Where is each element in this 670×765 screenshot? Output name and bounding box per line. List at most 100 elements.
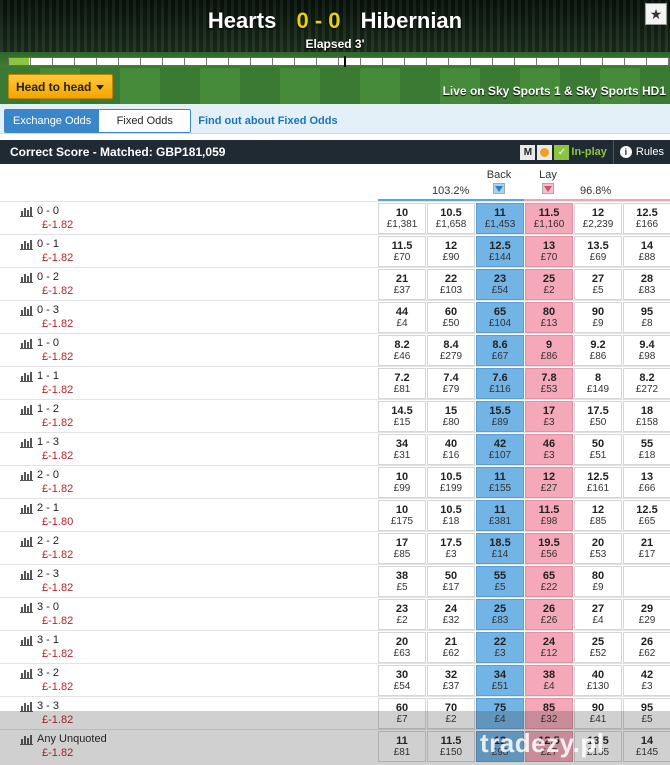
odds-cell-lay-best[interactable]: 24 £12 [525, 632, 573, 663]
odds-cell-lay-best[interactable]: 11.5 £1,160 [525, 203, 573, 234]
odds-cell-back-2[interactable]: 50 £17 [427, 566, 475, 597]
odds-cell-lay-2[interactable]: 8 £149 [574, 368, 622, 399]
odds-cell-back-2[interactable]: 70 £2 [427, 698, 475, 729]
back-all-button[interactable]: Back [475, 169, 523, 194]
odds-cell-lay-2[interactable]: 90 £9 [574, 302, 622, 333]
odds-cell-back-3[interactable]: 60 £7 [378, 698, 426, 729]
odds-cell-back-3[interactable]: 34 £31 [378, 434, 426, 465]
odds-cell-lay-3[interactable]: 9.4 £98 [623, 335, 670, 366]
bar-chart-icon[interactable] [20, 569, 33, 580]
runner-name[interactable]: 3 - 2 [20, 667, 59, 679]
odds-cell-lay-3[interactable]: 14 £145 [623, 731, 670, 762]
bar-chart-icon[interactable] [20, 470, 33, 481]
odds-cell-lay-2[interactable]: 12.5 £161 [574, 467, 622, 498]
odds-cell-back-2[interactable]: 15 £80 [427, 401, 475, 432]
odds-cell-back-best[interactable]: 75 £4 [476, 698, 524, 729]
runner-name[interactable]: 3 - 1 [20, 634, 59, 646]
tab-fixed-odds[interactable]: Fixed Odds [99, 110, 191, 132]
odds-cell-lay-best[interactable]: 85 £32 [525, 698, 573, 729]
odds-cell-back-3[interactable]: 10 £1,381 [378, 203, 426, 234]
odds-cell-lay-2[interactable]: 80 £9 [574, 566, 622, 597]
odds-cell-lay-2[interactable]: 12 £2,239 [574, 203, 622, 234]
odds-cell-lay-2[interactable]: 13.5 £155 [574, 731, 622, 762]
odds-cell-lay-best[interactable]: 80 £13 [525, 302, 573, 333]
runner-name[interactable]: 1 - 3 [20, 436, 59, 448]
odds-cell-back-3[interactable]: 7.2 £81 [378, 368, 426, 399]
odds-cell-lay-3[interactable]: 13 £66 [623, 467, 670, 498]
odds-cell-back-2[interactable]: 24 £32 [427, 599, 475, 630]
runner-name[interactable]: 1 - 0 [20, 337, 59, 349]
rules-button[interactable]: i Rules [612, 140, 670, 164]
runner-name[interactable]: 3 - 3 [20, 700, 59, 712]
odds-cell-back-best[interactable]: 12.5 £144 [476, 236, 524, 267]
odds-cell-back-2[interactable]: 17.5 £3 [427, 533, 475, 564]
odds-cell-back-2[interactable]: 40 £16 [427, 434, 475, 465]
odds-cell-lay-2[interactable]: 27 £4 [574, 599, 622, 630]
odds-cell-back-best[interactable]: 7.6 £116 [476, 368, 524, 399]
odds-cell-lay-3[interactable]: 18 £158 [623, 401, 670, 432]
odds-cell-back-3[interactable]: 10 £175 [378, 500, 426, 531]
bar-chart-icon[interactable] [20, 305, 33, 316]
odds-cell-back-2[interactable]: 11.5 £150 [427, 731, 475, 762]
odds-cell-lay-3[interactable]: 12.5 £166 [623, 203, 670, 234]
odds-cell-back-3[interactable]: 44 £4 [378, 302, 426, 333]
odds-cell-lay-2[interactable]: 27 £5 [574, 269, 622, 300]
odds-cell-back-2[interactable]: 32 £37 [427, 665, 475, 696]
runner-name[interactable]: 0 - 0 [20, 205, 59, 217]
odds-cell-lay-3[interactable]: 28 £83 [623, 269, 670, 300]
odds-cell-lay-3[interactable]: 21 £17 [623, 533, 670, 564]
runner-name[interactable]: 2 - 1 [20, 502, 59, 514]
bar-chart-icon[interactable] [20, 239, 33, 250]
odds-cell-lay-3[interactable]: 95 £8 [623, 302, 670, 333]
tab-exchange-odds[interactable]: Exchange Odds [5, 110, 100, 132]
runner-name[interactable]: Any Unquoted [20, 733, 107, 745]
bar-chart-icon[interactable] [20, 668, 33, 679]
runner-name[interactable]: 2 - 2 [20, 535, 59, 547]
odds-cell-lay-best[interactable]: 12 £27 [525, 467, 573, 498]
runner-name[interactable]: 2 - 0 [20, 469, 59, 481]
odds-cell-lay-best[interactable]: 65 £22 [525, 566, 573, 597]
odds-cell-lay-3[interactable]: 8.2 £272 [623, 368, 670, 399]
odds-cell-lay-best[interactable]: 46 £3 [525, 434, 573, 465]
odds-cell-back-best[interactable]: 8.6 £67 [476, 335, 524, 366]
odds-cell-back-best[interactable]: 34 £51 [476, 665, 524, 696]
odds-cell-back-best[interactable]: 42 £107 [476, 434, 524, 465]
odds-cell-lay-best[interactable]: 11.5 £98 [525, 500, 573, 531]
bar-chart-icon[interactable] [20, 272, 33, 283]
odds-cell-lay-3[interactable]: 55 £18 [623, 434, 670, 465]
bar-chart-icon[interactable] [20, 404, 33, 415]
odds-cell-lay-3[interactable]: 26 £62 [623, 632, 670, 663]
head-to-head-button[interactable]: Head to head [8, 74, 113, 99]
odds-cell-back-best[interactable]: 11 £381 [476, 500, 524, 531]
odds-cell-lay-3[interactable]: 14 £88 [623, 236, 670, 267]
odds-cell-back-3[interactable]: 30 £54 [378, 665, 426, 696]
odds-cell-back-best[interactable]: 25 £83 [476, 599, 524, 630]
odds-cell-lay-3[interactable]: 95 £5 [623, 698, 670, 729]
odds-cell-back-3[interactable]: 8.2 £46 [378, 335, 426, 366]
lay-all-button[interactable]: Lay [524, 169, 572, 194]
odds-cell-lay-2[interactable]: 25 £52 [574, 632, 622, 663]
runner-name[interactable]: 3 - 0 [20, 601, 59, 613]
runner-name[interactable]: 2 - 3 [20, 568, 59, 580]
runner-name[interactable]: 0 - 2 [20, 271, 59, 283]
odds-cell-lay-best[interactable]: 19.5 £56 [525, 533, 573, 564]
odds-cell-back-3[interactable]: 38 £5 [378, 566, 426, 597]
odds-cell-back-2[interactable]: 7.4 £79 [427, 368, 475, 399]
odds-cell-lay-3[interactable]: 29 £29 [623, 599, 670, 630]
odds-cell-back-best[interactable]: 12 £98 [476, 731, 524, 762]
odds-cell-lay-best[interactable]: 17 £3 [525, 401, 573, 432]
bar-chart-icon[interactable] [20, 371, 33, 382]
odds-cell-back-2[interactable]: 8.4 £279 [427, 335, 475, 366]
odds-cell-lay-3[interactable]: 12.5 £65 [623, 500, 670, 531]
odds-cell-lay-2[interactable]: 40 £130 [574, 665, 622, 696]
odds-cell-back-2[interactable]: 21 £62 [427, 632, 475, 663]
odds-cell-lay-2[interactable]: 9.2 £86 [574, 335, 622, 366]
odds-cell-back-3[interactable]: 23 £2 [378, 599, 426, 630]
odds-cell-back-3[interactable]: 11.5 £70 [378, 236, 426, 267]
odds-cell-lay-2[interactable]: 13.5 £69 [574, 236, 622, 267]
odds-cell-lay-best[interactable]: 25 £2 [525, 269, 573, 300]
runner-name[interactable]: 0 - 1 [20, 238, 59, 250]
odds-cell-lay-best[interactable]: 26 £26 [525, 599, 573, 630]
odds-cell-back-2[interactable]: 10.5 £199 [427, 467, 475, 498]
odds-cell-lay-best[interactable]: 38 £4 [525, 665, 573, 696]
